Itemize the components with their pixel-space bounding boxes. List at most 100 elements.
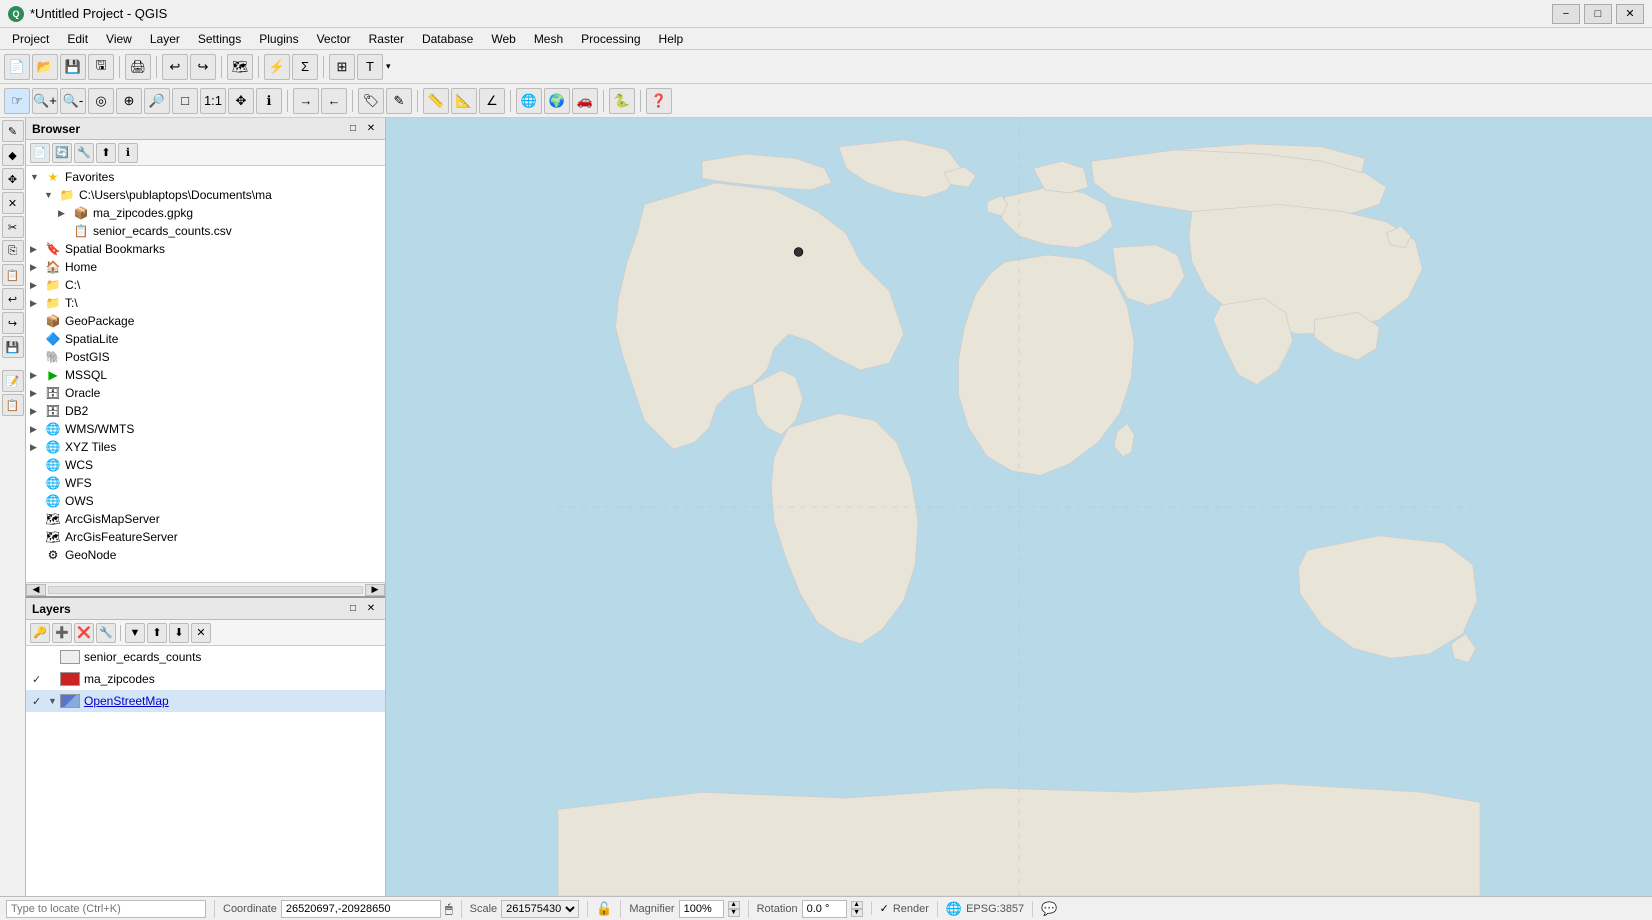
magnifier-input[interactable] [679,900,724,918]
magnifier-spinner[interactable]: ▲ ▼ [728,901,740,917]
menu-vector[interactable]: Vector [309,30,359,48]
menu-view[interactable]: View [98,30,140,48]
browser-info-button[interactable]: ℹ [118,143,138,163]
tree-item-t[interactable]: ▶ 📁 T:\ [26,294,385,312]
layers-header-controls[interactable]: □ ✕ [345,601,379,617]
message-icon[interactable]: 💬 [1041,901,1057,917]
menu-project[interactable]: Project [4,30,57,48]
scale-select[interactable]: 261575430 [501,900,579,918]
tree-item-csv[interactable]: 📋 senior_ecards_counts.csv [54,222,385,240]
tree-item-wcs[interactable]: 🌐 WCS [26,456,385,474]
form-button[interactable]: 📋 [2,394,24,416]
undo-button[interactable]: ↩ [162,54,188,80]
tree-item-db2[interactable]: ▶ 🗄 DB2 [26,402,385,420]
magnifier-up[interactable]: ▲ [728,901,740,909]
delete-feature-button[interactable]: ✕ [2,192,24,214]
magnifier-down[interactable]: ▼ [728,909,740,917]
status-search-input[interactable] [6,900,206,918]
browser-new-button[interactable]: 📄 [30,143,50,163]
browser-scrollbar-track[interactable] [48,586,363,594]
tree-item-spatialite[interactable]: 🔷 SpatiaLite [26,330,385,348]
identify-button[interactable]: ℹ [256,88,282,114]
zoom-selected-button[interactable]: □ [172,88,198,114]
rotation-down[interactable]: ▼ [851,909,863,917]
undo-edit-button[interactable]: ↩ [2,288,24,310]
layer-osm[interactable]: ✓ ▼ OpenStreetMap [26,690,385,712]
processing-button[interactable]: ⚡ [264,54,290,80]
maximize-button[interactable]: □ [1584,4,1612,24]
pan-map-button[interactable]: ✥ [228,88,254,114]
map-area[interactable] [386,118,1652,896]
zoom-native-button[interactable]: 1:1 [200,88,226,114]
label-tool-button[interactable]: 🏷 [358,88,384,114]
layers-float-button[interactable]: □ [345,601,361,617]
digitize-button[interactable]: ✎ [2,120,24,142]
layers-move-down-button[interactable]: ▼ [125,623,145,643]
text-button[interactable]: T [357,54,383,80]
globe-button2[interactable]: 🌍 [544,88,570,114]
zoom-full-button[interactable]: 🗺 [227,54,253,80]
menu-processing[interactable]: Processing [573,30,648,48]
save-as-button[interactable]: 🖫 [88,54,114,80]
move-feature-button[interactable]: ✥ [2,168,24,190]
layer-ma-zipcodes[interactable]: ✓ ma_zipcodes [26,668,385,690]
zoom-in-button[interactable]: 🔍+ [32,88,58,114]
node-tool-button[interactable]: ◆ [2,144,24,166]
tree-item-oracle[interactable]: ▶ 🗄 Oracle [26,384,385,402]
rotation-input[interactable] [802,900,847,918]
copy-feature-button[interactable]: ⎘ [2,240,24,262]
tree-item-wms[interactable]: ▶ 🌐 WMS/WMTS [26,420,385,438]
layers-remove-all-button[interactable]: ✕ [191,623,211,643]
browser-controls[interactable]: □ ✕ [345,121,379,137]
zoom-layer-button[interactable]: 🔎 [144,88,170,114]
layers-move-up-button[interactable]: ⬆ [147,623,167,643]
tree-item-favorites[interactable]: ▼ ★ Favorites [26,168,385,186]
render-check[interactable]: ✓ [880,902,889,915]
tree-item-arcgis-feature[interactable]: 🗺 ArcGisFeatureServer [26,528,385,546]
menu-plugins[interactable]: Plugins [251,30,306,48]
measure-angle-button[interactable]: ∠ [479,88,505,114]
tree-item-geopackage[interactable]: 📦 GeoPackage [26,312,385,330]
senior-ecards-check[interactable] [32,651,48,663]
select-button[interactable]: → [293,88,319,114]
zoom-out-button[interactable]: 🔍- [60,88,86,114]
rotation-spinner[interactable]: ▲ ▼ [851,901,863,917]
coordinate-input[interactable] [281,900,441,918]
layers-add-button[interactable]: ➕ [52,623,72,643]
ma-zipcodes-check[interactable]: ✓ [32,673,48,686]
new-project-button[interactable]: 📄 [4,54,30,80]
layers-filter-button[interactable]: 🔧 [96,623,116,643]
layers-open-button[interactable]: 🔑 [30,623,50,643]
globe-button1[interactable]: 🌐 [516,88,542,114]
field-calc-button[interactable]: ⊞ [329,54,355,80]
layers-remove-button[interactable]: ❌ [74,623,94,643]
annotation-button[interactable]: ✎ [386,88,412,114]
cut-feature-button[interactable]: ✂ [2,216,24,238]
menu-help[interactable]: Help [651,30,692,48]
lock-icon[interactable]: 🔓 [596,901,612,917]
menu-mesh[interactable]: Mesh [526,30,571,48]
pan-tool-button[interactable]: ☞ [4,88,30,114]
menu-layer[interactable]: Layer [142,30,188,48]
browser-refresh-button[interactable]: 🔄 [52,143,72,163]
tree-item-mssql[interactable]: ▶ ▶ MSSQL [26,366,385,384]
tree-item-gpkg[interactable]: ▶ 📦 ma_zipcodes.gpkg [54,204,385,222]
open-project-button[interactable]: 📂 [32,54,58,80]
browser-float-button[interactable]: □ [345,121,361,137]
tree-item-bookmarks[interactable]: ▶ 🔖 Spatial Bookmarks [26,240,385,258]
tree-item-wfs[interactable]: 🌐 WFS [26,474,385,492]
tree-item-arcgis-map[interactable]: 🗺 ArcGisMapServer [26,510,385,528]
redo-edit-button[interactable]: ↪ [2,312,24,334]
layers-close-button[interactable]: ✕ [363,601,379,617]
deselect-button[interactable]: ← [321,88,347,114]
menu-raster[interactable]: Raster [361,30,412,48]
redo-button[interactable]: ↪ [190,54,216,80]
save-edit-button[interactable]: 💾 [2,336,24,358]
print-button[interactable]: 🖨 [125,54,151,80]
rotation-up[interactable]: ▲ [851,901,863,909]
rubber-band-button[interactable]: ◎ [88,88,114,114]
save-project-button[interactable]: 💾 [60,54,86,80]
measure-area-button[interactable]: 📐 [451,88,477,114]
layer-senior-ecards[interactable]: senior_ecards_counts [26,646,385,668]
osm-label[interactable]: OpenStreetMap [84,694,169,708]
